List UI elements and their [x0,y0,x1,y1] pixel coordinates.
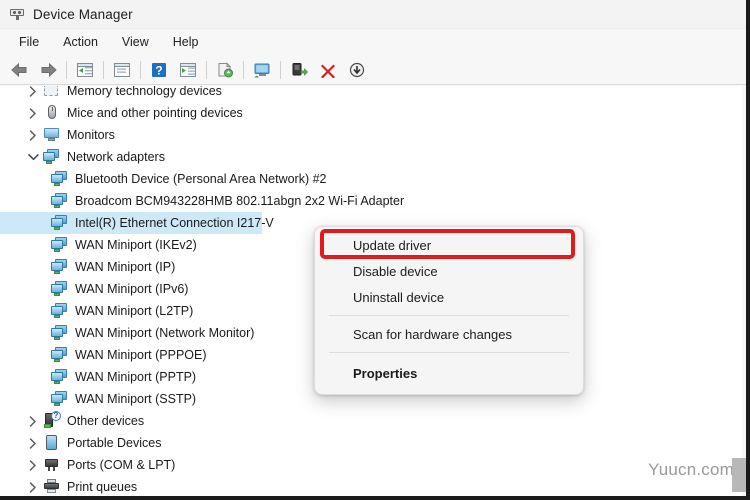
network-adapter-icon [50,214,70,232]
context-menu-item-disable-device[interactable]: Disable device [315,258,583,284]
context-menu[interactable]: Update driver Disable device Uninstall d… [314,226,584,395]
toolbar-separator [243,60,244,79]
network-adapter-icon [50,324,70,342]
tree-item-label: Other devices [67,413,145,428]
tree-item-label: WAN Miniport (IPv6) [75,281,189,296]
tree-item-label: Mice and other pointing devices [67,105,243,120]
chevron-right-icon[interactable] [24,129,42,141]
help-button[interactable]: ? [145,57,173,83]
memory-technology-icon [42,86,62,100]
device-manager-icon [9,6,25,22]
network-adapter-icon [42,148,62,166]
network-adapter-icon [50,368,70,386]
tree-item-label: WAN Miniport (IP) [75,259,176,274]
tree-item-label: WAN Miniport (L2TP) [75,303,194,318]
chevron-right-icon[interactable] [24,107,42,119]
toolbar: ? [0,55,746,85]
disable-device-button[interactable] [343,57,371,83]
tree-item-label: Monitors [67,127,115,142]
network-adapter-icon [50,258,70,276]
chevron-right-icon[interactable] [24,481,42,493]
menu-item-view[interactable]: View [111,32,160,52]
menu-item-action[interactable]: Action [52,32,109,52]
tree-item[interactable]: Network adapters [0,146,742,168]
toolbar-separator [280,60,281,79]
network-adapter-icon [50,302,70,320]
network-adapter-icon [50,390,70,408]
title-bar: Device Manager [0,0,746,29]
tree-item[interactable]: Bluetooth Device (Personal Area Network)… [0,168,742,190]
watermark-block [732,458,746,492]
context-menu-item-scan-for-hardware-changes[interactable]: Scan for hardware changes [315,321,583,347]
toolbar-separator [103,60,104,79]
network-adapter-icon [50,346,70,364]
tree-item-label: Network adapters [67,149,165,164]
chevron-right-icon[interactable] [24,86,42,97]
context-menu-item-uninstall-device[interactable]: Uninstall device [315,284,583,310]
tree-item-label: Print queues [67,479,138,494]
tree-item-label: Ports (COM & LPT) [67,457,176,472]
back-button[interactable] [5,57,33,83]
chevron-right-icon[interactable] [24,415,42,427]
portable-device-icon [42,434,62,452]
tree-item[interactable]: Ports (COM & LPT) [0,454,742,476]
tree-item[interactable]: Portable Devices [0,432,742,454]
tree-item-label: WAN Miniport (PPPOE) [75,347,207,362]
tree-item-label: Memory technology devices [67,86,222,98]
window-title: Device Manager [33,6,133,22]
tree-item-label: Broadcom BCM943228HMB 802.11abgn 2x2 Wi-… [75,193,405,208]
mouse-icon [42,104,62,122]
other-devices-warning-icon: ? [42,411,62,430]
tree-item[interactable]: Monitors [0,124,742,146]
forward-button[interactable] [34,57,62,83]
tree-item-label: WAN Miniport (Network Monitor) [75,325,255,340]
chevron-right-icon[interactable] [24,459,42,471]
enable-device-button[interactable] [285,57,313,83]
tree-item[interactable]: Mice and other pointing devices [0,102,742,124]
ports-icon [42,456,62,474]
tree-item-label: Intel(R) Ethernet Connection I217-V [75,215,274,230]
scan-hardware-changes-button[interactable] [248,57,276,83]
toolbar-separator [66,60,67,79]
context-menu-separator [329,352,569,353]
properties-button[interactable] [108,57,136,83]
tree-item[interactable]: Intel(R) Ethernet Connection I217-V [0,212,274,234]
context-menu-separator [329,315,569,316]
tree-item[interactable]: Print queues [0,476,742,496]
show-hide-console-tree-button[interactable] [71,57,99,83]
chevron-right-icon[interactable] [24,437,42,449]
menu-bar: File Action View Help [0,29,746,55]
context-menu-item-update-driver[interactable]: Update driver [315,232,583,258]
tree-item-label: WAN Miniport (PPTP) [75,369,197,384]
svg-text:?: ? [155,63,162,77]
tree-item[interactable]: Memory technology devices [0,86,742,102]
device-manager-window: Device Manager File Action View Help ? M… [0,0,750,500]
toolbar-separator [140,60,141,79]
monitor-icon [42,126,62,144]
uninstall-device-button[interactable] [314,57,342,83]
network-adapter-icon [50,192,70,210]
menu-item-file[interactable]: File [8,32,50,52]
watermark: Yuucn.com [648,460,734,479]
network-adapter-icon [50,236,70,254]
context-menu-item-properties[interactable]: Properties [315,358,583,388]
network-adapter-icon [50,280,70,298]
update-driver-button[interactable] [211,57,239,83]
tree-item-label: WAN Miniport (IKEv2) [75,237,197,252]
printer-icon [42,478,62,496]
tree-item[interactable]: ? Other devices [0,410,742,432]
toolbar-separator [206,60,207,79]
tree-item[interactable]: Broadcom BCM943228HMB 802.11abgn 2x2 Wi-… [0,190,742,212]
menu-item-help[interactable]: Help [162,32,210,52]
tree-item-label: WAN Miniport (SSTP) [75,391,197,406]
chevron-down-icon[interactable] [24,153,42,161]
tree-item-label: Bluetooth Device (Personal Area Network)… [75,171,327,186]
show-detail-pane-button[interactable] [174,57,202,83]
network-adapter-icon [50,170,70,188]
tree-item-label: Portable Devices [67,435,162,450]
